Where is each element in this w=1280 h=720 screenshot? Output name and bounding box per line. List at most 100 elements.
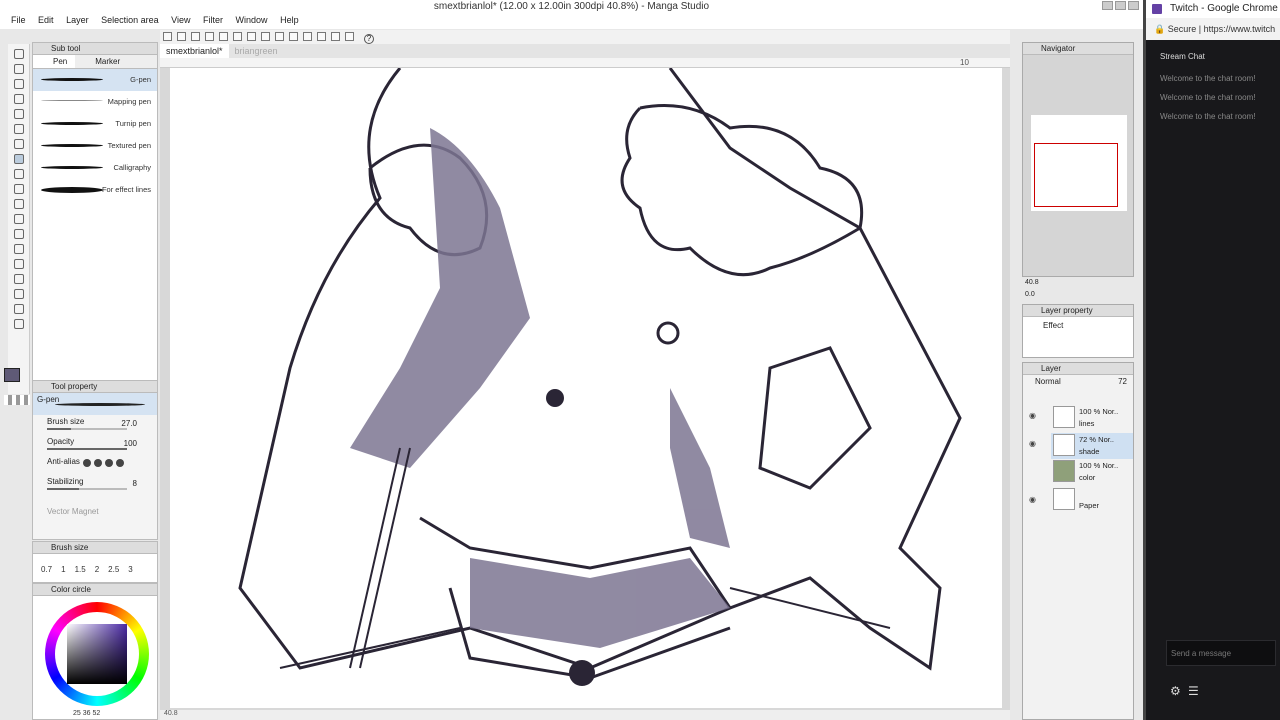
help-icon[interactable]: ? [364, 34, 374, 44]
layer-thumbnail [1053, 434, 1075, 456]
blend-tool-icon[interactable] [14, 244, 24, 254]
new-file-icon[interactable] [163, 32, 172, 41]
opacity-label: Opacity [47, 437, 75, 446]
gear-icon[interactable]: ⚙ [1170, 684, 1181, 698]
layer-opacity: 72 % Nor.. [1079, 435, 1115, 444]
layer-row[interactable]: Paper [1051, 487, 1133, 513]
gradient-tool-icon[interactable] [14, 274, 24, 284]
menu-edit[interactable]: Edit [33, 14, 59, 27]
fill-icon[interactable] [303, 32, 312, 41]
saturation-value-square[interactable] [67, 624, 127, 684]
pen-tool-icon[interactable] [14, 154, 24, 164]
save-icon[interactable] [191, 32, 200, 41]
navigator-zoom[interactable]: 40.8 [1025, 279, 1039, 286]
figure-tool-icon[interactable] [14, 289, 24, 299]
lasso-tool-icon[interactable] [14, 124, 24, 134]
tab-pen[interactable]: Pen [33, 55, 76, 68]
eye-icon[interactable]: ◉ [1029, 495, 1036, 504]
brush-size-preset[interactable]: 3 [128, 565, 132, 574]
snap-grid-icon[interactable] [345, 32, 354, 41]
brush-item[interactable]: G-pen [33, 69, 157, 91]
move-layer-tool-icon[interactable] [14, 94, 24, 104]
brush-item[interactable]: Calligraphy [33, 157, 157, 179]
canvas-zoom-readout[interactable]: 40.8 [164, 710, 178, 717]
navigator-view-rect[interactable] [1034, 143, 1118, 207]
menu-selection-area[interactable]: Selection area [96, 14, 164, 27]
layer-row[interactable]: 100 % Nor.. lines [1051, 405, 1133, 431]
main-color-swatch[interactable] [4, 368, 20, 382]
layer-row[interactable]: 100 % Nor.. color [1051, 459, 1133, 485]
stabilizing-value[interactable]: 8 [133, 479, 137, 488]
eye-icon[interactable]: ◉ [1029, 411, 1036, 420]
undo-icon[interactable] [233, 32, 242, 41]
clear-icon[interactable] [289, 32, 298, 41]
menu-file[interactable]: File [0, 14, 31, 27]
crop-icon[interactable] [275, 32, 284, 41]
airbrush-tool-icon[interactable] [14, 199, 24, 209]
antialias-weak-icon[interactable] [94, 459, 102, 467]
url[interactable]: https://www.twitch [1204, 24, 1276, 34]
opacity-slider[interactable]: Opacity 100 [33, 435, 157, 455]
menu-view[interactable]: View [166, 14, 195, 27]
copy-icon[interactable] [205, 32, 214, 41]
antialias-strong-icon[interactable] [116, 459, 124, 467]
tab-marker[interactable]: Marker [75, 55, 128, 68]
zoom-tool-icon[interactable] [14, 49, 24, 59]
navigator-preview[interactable] [1031, 115, 1127, 211]
viewer-list-icon[interactable]: ☰ [1188, 684, 1199, 698]
address-bar[interactable]: 🔒 Secure | https://www.twitch [1146, 18, 1280, 40]
ruler-label: 10 [960, 58, 969, 67]
eye-icon[interactable]: ◉ [1029, 439, 1036, 448]
drawing-canvas[interactable] [170, 68, 1002, 708]
layer-opacity-value[interactable]: 72 [1118, 377, 1127, 386]
layer-row[interactable]: 72 % Nor.. shade [1051, 433, 1133, 459]
brush-size-preset[interactable]: 1.5 [75, 565, 86, 574]
redo-icon[interactable] [247, 32, 256, 41]
hue-ring[interactable] [45, 602, 149, 706]
decoration-tool-icon[interactable] [14, 214, 24, 224]
menu-window[interactable]: Window [231, 14, 273, 27]
antialias-none-icon[interactable] [83, 459, 91, 467]
eraser-tool-icon[interactable] [14, 229, 24, 239]
brush-item[interactable]: Mapping pen [33, 91, 157, 113]
brush-size-preset[interactable]: 2.5 [108, 565, 119, 574]
paste-icon[interactable] [219, 32, 228, 41]
text-tool-icon[interactable] [14, 304, 24, 314]
open-file-icon[interactable] [177, 32, 186, 41]
menu-layer[interactable]: Layer [61, 14, 94, 27]
maximize-button[interactable] [1115, 1, 1126, 10]
brush-size-preset[interactable]: 1 [61, 565, 65, 574]
brush-size-slider[interactable]: Brush size 27.0 [33, 415, 157, 435]
brush-size-preset[interactable]: 2 [95, 565, 99, 574]
minimize-button[interactable] [1102, 1, 1113, 10]
brush-item[interactable]: Turnip pen [33, 113, 157, 135]
transform-icon[interactable] [261, 32, 270, 41]
selection-tool-icon[interactable] [14, 109, 24, 119]
move-tool-icon[interactable] [14, 64, 24, 74]
brush-size-preset[interactable]: 0.7 [41, 565, 52, 574]
stabilizing-slider[interactable]: Stabilizing 8 [33, 475, 157, 495]
snap-ruler-icon[interactable] [331, 32, 340, 41]
menu-filter[interactable]: Filter [198, 14, 228, 27]
blend-mode-select[interactable]: Normal [1035, 377, 1061, 386]
transparent-color-swatch[interactable] [4, 395, 30, 405]
navigator-angle[interactable]: 0.0 [1025, 291, 1035, 298]
opacity-value[interactable]: 100 [124, 439, 137, 448]
pencil-tool-icon[interactable] [14, 169, 24, 179]
close-button[interactable] [1128, 1, 1139, 10]
document-tab[interactable]: smextbrianlol* [160, 44, 229, 58]
menu-help[interactable]: Help [275, 14, 304, 27]
snap-icon[interactable] [317, 32, 326, 41]
fill-tool-icon[interactable] [14, 259, 24, 269]
brush-item[interactable]: For effect lines [33, 179, 157, 201]
eyedropper-tool-icon[interactable] [14, 139, 24, 149]
operation-tool-icon[interactable] [14, 79, 24, 89]
brush-tool-icon[interactable] [14, 184, 24, 194]
antialias-medium-icon[interactable] [105, 459, 113, 467]
document-tab[interactable]: briangreen [229, 44, 284, 58]
brush-item[interactable]: Textured pen [33, 135, 157, 157]
send-message-input[interactable]: Send a message [1166, 640, 1276, 666]
brush-size-value[interactable]: 27.0 [121, 419, 137, 428]
balloon-tool-icon[interactable] [14, 319, 24, 329]
vector-magnet-checkbox[interactable]: Vector Magnet [47, 507, 99, 516]
